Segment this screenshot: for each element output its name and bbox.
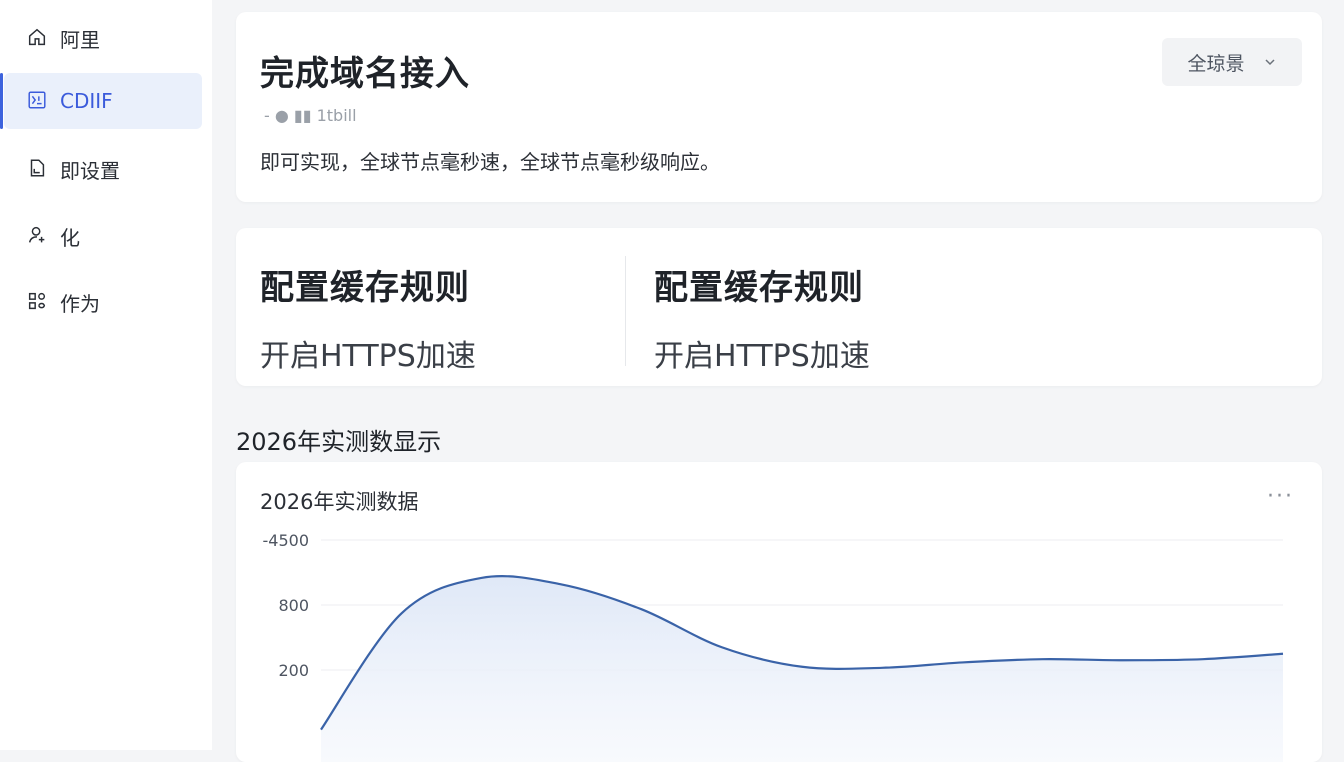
sidebar-item-hua[interactable]: 化 [4, 208, 202, 264]
sidebar-item-label: 即设置 [60, 155, 120, 184]
area-chart: -4500 800 200 [236, 462, 1322, 762]
sidebar-item-zuowei[interactable]: 作为 [4, 274, 202, 330]
chevron-down-icon [1263, 55, 1277, 69]
sidebar-item-label: CDIIF [60, 89, 113, 113]
dropdown-label: 全琼景 [1187, 49, 1244, 76]
section-title: 2026年实测数显示 [236, 422, 441, 457]
panorama-dropdown[interactable]: 全琼景 [1162, 38, 1302, 86]
dashboard-icon [26, 89, 50, 113]
sidebar-item-cdiif[interactable]: CDIIF [4, 73, 202, 129]
sidebar-item-label: 阿里 [60, 24, 100, 53]
y-tick-label: -4500 [263, 531, 310, 550]
config-item[interactable]: 配置缓存规则 开启HTTPS加速 [260, 260, 476, 375]
user-icon [26, 224, 50, 248]
meta-row: - ● ▮▮ 1tbill [264, 106, 357, 125]
domain-access-card: 完成域名接入 - ● ▮▮ 1tbill 即可实现，全球节点毫秒速，全球节点毫秒… [236, 12, 1322, 202]
grid-icon [26, 290, 50, 314]
area-fill [321, 576, 1283, 762]
description: 即可实现，全球节点毫秒速，全球节点毫秒级响应。 [260, 146, 720, 175]
config-card: 配置缓存规则 开启HTTPS加速 配置缓存规则 开启HTTPS加速 [236, 228, 1322, 386]
y-tick-label: 800 [278, 596, 309, 615]
config-item[interactable]: 配置缓存规则 开启HTTPS加速 [654, 260, 870, 375]
config-title: 配置缓存规则 [654, 260, 870, 309]
sidebar-item-home[interactable]: 阿里 [4, 10, 202, 66]
sidebar-item-settings[interactable]: 即设置 [4, 141, 202, 197]
document-icon [26, 157, 50, 181]
divider [625, 256, 626, 366]
config-subtitle: 开启HTTPS加速 [260, 331, 476, 375]
config-title: 配置缓存规则 [260, 260, 476, 309]
meta-text: - ● ▮▮ 1tbill [264, 106, 357, 125]
home-icon [26, 26, 50, 50]
config-subtitle: 开启HTTPS加速 [654, 331, 870, 375]
chart-card: 2026年实测数据 ··· -4500800200 [236, 462, 1322, 762]
sidebar-item-label: 化 [60, 222, 80, 251]
sidebar-item-label: 作为 [60, 288, 100, 317]
y-tick-label: 200 [278, 661, 309, 680]
page-title: 完成域名接入 [260, 46, 470, 95]
sidebar: 阿里 CDIIF 即设置 化 作为 [0, 0, 212, 750]
